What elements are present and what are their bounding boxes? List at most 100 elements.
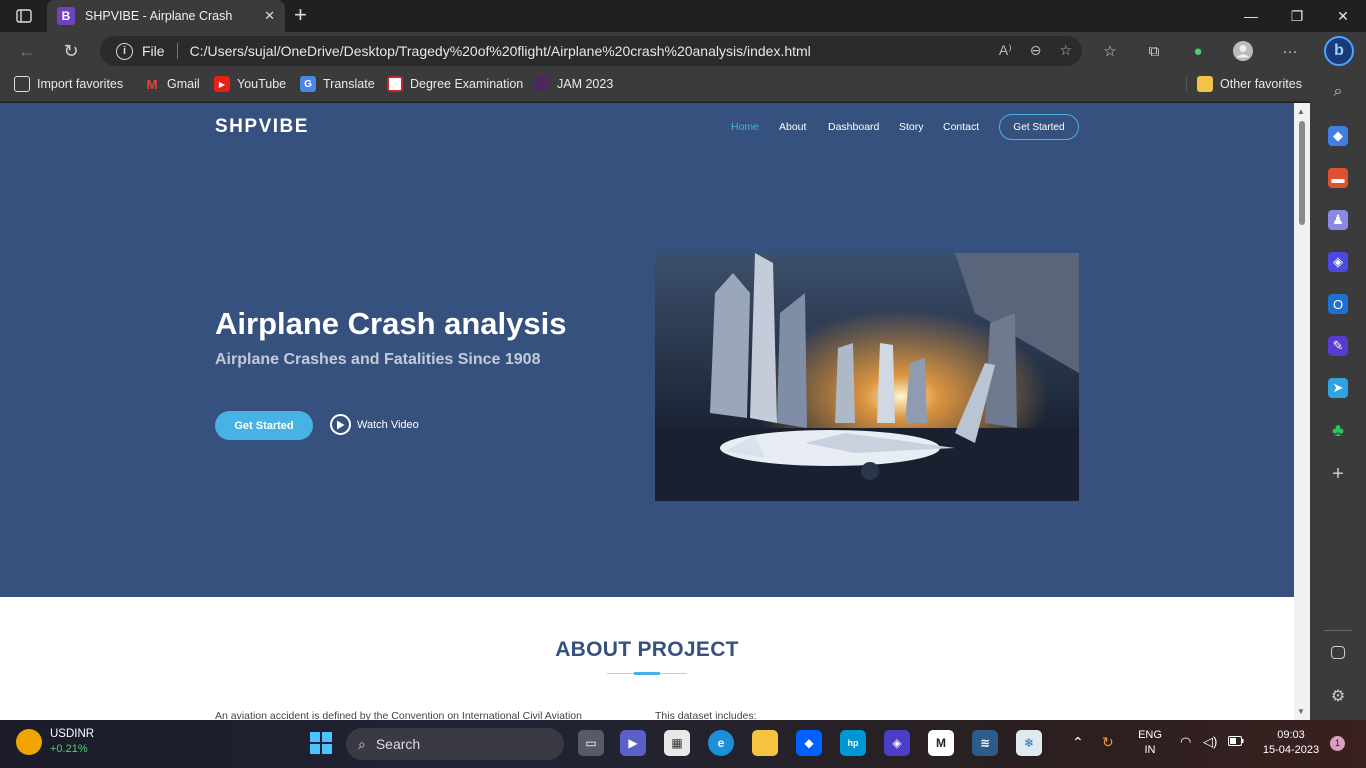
profile-avatar-icon[interactable] — [1232, 40, 1254, 62]
more-menu-icon[interactable]: ··· — [1279, 40, 1301, 62]
favorite-label: Import favorites — [37, 77, 124, 91]
hero-title: Airplane Crash analysis — [215, 306, 567, 341]
start-icon[interactable] — [308, 730, 334, 756]
battery-icon[interactable] — [1228, 736, 1244, 749]
tray-chevron-icon[interactable]: ⌃ — [1072, 734, 1084, 751]
clock-time: 09:03 — [1277, 729, 1305, 741]
currency-icon — [16, 728, 42, 755]
snowflake-icon[interactable]: ❄ — [1016, 730, 1042, 756]
file-explorer-icon[interactable] — [752, 730, 778, 756]
nav-home[interactable]: Home — [731, 121, 759, 133]
refresh-icon[interactable]: ↻ — [58, 39, 84, 63]
nav-about[interactable]: About — [779, 121, 806, 133]
teams-icon[interactable]: ▶ — [620, 730, 646, 756]
browser-tab-strip: B SHPVIBE - Airplane Crash ✕ + — ❐ ✕ — [0, 0, 1366, 32]
wifi-icon[interactable]: ◠ — [1180, 734, 1191, 750]
search-icon[interactable]: ⌕ — [1328, 82, 1348, 102]
favorite-translate[interactable]: G Translate — [300, 76, 375, 92]
read-aloud-icon[interactable]: A⁾ — [999, 42, 1012, 59]
widget-name: USDINR — [50, 728, 95, 740]
tab-actions-icon[interactable] — [10, 6, 38, 26]
favorite-degree-exam[interactable]: Degree Examination — [387, 76, 523, 92]
shopping-icon[interactable]: ◆ — [1328, 126, 1348, 146]
favorite-jam[interactable]: JAM 2023 — [534, 76, 613, 92]
tools-icon[interactable]: ▬ — [1328, 168, 1348, 188]
store-icon[interactable]: ▦ — [664, 730, 690, 756]
nav-contact[interactable]: Contact — [943, 121, 979, 133]
tab-close-icon[interactable]: ✕ — [264, 8, 275, 24]
send-icon[interactable]: ➤ — [1328, 378, 1348, 398]
notification-badge[interactable]: 1 — [1330, 736, 1345, 751]
folder-icon — [1197, 76, 1213, 92]
favorite-label: Degree Examination — [410, 77, 524, 91]
jam-icon — [534, 76, 550, 92]
address-bar[interactable]: i File C:/Users/sujal/OneDrive/Desktop/T… — [100, 36, 1082, 66]
translate-icon: G — [300, 76, 316, 92]
clock[interactable]: 09:03 15-04-2023 — [1256, 729, 1326, 756]
app-m-icon[interactable]: M — [928, 730, 954, 756]
language-line: ENG — [1138, 729, 1162, 741]
minimize-icon[interactable]: — — [1228, 0, 1274, 32]
games-icon[interactable]: ♟ — [1328, 210, 1348, 230]
tree-icon[interactable]: ♣ — [1328, 420, 1348, 440]
play-icon — [330, 414, 351, 435]
volume-icon[interactable]: ◁) — [1203, 734, 1217, 750]
add-sidebar-app-icon[interactable]: + — [1328, 463, 1348, 485]
watch-video-label: Watch Video — [357, 418, 419, 431]
extension-icon[interactable]: ● — [1187, 40, 1209, 62]
nav-story[interactable]: Story — [899, 121, 924, 133]
active-tab[interactable]: B SHPVIBE - Airplane Crash ✕ — [47, 0, 285, 32]
scroll-thumb[interactable] — [1299, 121, 1305, 225]
dropbox-icon[interactable]: ◆ — [796, 730, 822, 756]
favorites-icon[interactable]: ☆ — [1099, 40, 1121, 62]
scroll-up-icon[interactable]: ▲ — [1297, 107, 1305, 116]
site-logo[interactable]: SHPVIBE — [215, 116, 309, 138]
region-line: IN — [1144, 744, 1156, 756]
window-close-icon[interactable]: ✕ — [1320, 0, 1366, 32]
myhp-icon[interactable]: hp — [840, 730, 866, 756]
copilot-icon[interactable]: ◈ — [1328, 252, 1348, 272]
site-info-icon[interactable]: i — [116, 42, 133, 60]
zoom-icon[interactable]: ⊖ — [1030, 42, 1042, 59]
page-scrollbar[interactable]: ▲ ▼ — [1294, 103, 1310, 720]
edge-icon[interactable]: e — [708, 730, 734, 756]
hide-sidebar-icon[interactable] — [1331, 646, 1345, 659]
settings-gear-icon[interactable]: ⚙ — [1328, 686, 1348, 706]
address-scheme-label: File — [142, 43, 165, 59]
copilot-taskbar-icon[interactable]: ◈ — [884, 730, 910, 756]
favorites-bar: Import favorites M Gmail ▶ YouTube G Tra… — [0, 70, 1310, 102]
about-left-text: An aviation accident is defined by the C… — [215, 710, 582, 720]
update-icon[interactable]: ↻ — [1102, 734, 1114, 751]
nav-get-started-button[interactable]: Get Started — [999, 114, 1079, 140]
bootstrap-favicon-icon: B — [57, 7, 75, 25]
language-indicator[interactable]: ENG IN — [1134, 729, 1166, 756]
gmail-icon: M — [146, 76, 158, 92]
task-view-icon[interactable]: ▭ — [578, 730, 604, 756]
collections-icon[interactable]: ⧉ — [1143, 40, 1165, 62]
favorite-youtube[interactable]: ▶ YouTube — [214, 76, 286, 92]
scroll-down-icon[interactable]: ▼ — [1297, 707, 1305, 716]
new-tab-icon[interactable]: + — [294, 4, 307, 26]
page-viewport: SHPVIBE Home About Dashboard Story Conta… — [0, 103, 1294, 720]
favorite-label: YouTube — [237, 77, 287, 91]
restore-icon[interactable]: ❐ — [1274, 0, 1320, 32]
about-title: ABOUT PROJECT — [555, 638, 739, 661]
bing-chat-icon[interactable]: b — [1324, 36, 1354, 66]
tab-title: SHPVIBE - Airplane Crash — [85, 9, 233, 23]
get-started-button[interactable]: Get Started — [215, 411, 313, 440]
watch-video-link[interactable]: Watch Video — [330, 414, 419, 435]
designer-icon[interactable]: ✎ — [1328, 336, 1348, 356]
favorite-label: JAM 2023 — [557, 77, 614, 91]
favorite-import[interactable]: Import favorites — [14, 76, 123, 92]
sql-icon[interactable]: ≋ — [972, 730, 998, 756]
add-favorite-icon[interactable]: ☆ — [1059, 42, 1072, 59]
outlook-icon[interactable]: O — [1328, 294, 1348, 314]
stock-widget[interactable]: USDINR +0.21% — [16, 728, 94, 755]
back-icon[interactable]: ← — [14, 39, 40, 63]
nav-dashboard[interactable]: Dashboard — [828, 121, 879, 133]
address-url[interactable]: C:/Users/sujal/OneDrive/Desktop/Tragedy%… — [190, 43, 811, 59]
favorite-gmail[interactable]: M Gmail — [144, 76, 200, 92]
other-favorites[interactable]: Other favorites — [1186, 76, 1302, 92]
search-icon: ⌕ — [358, 735, 366, 752]
taskbar-search[interactable]: ⌕ Search — [346, 728, 564, 760]
